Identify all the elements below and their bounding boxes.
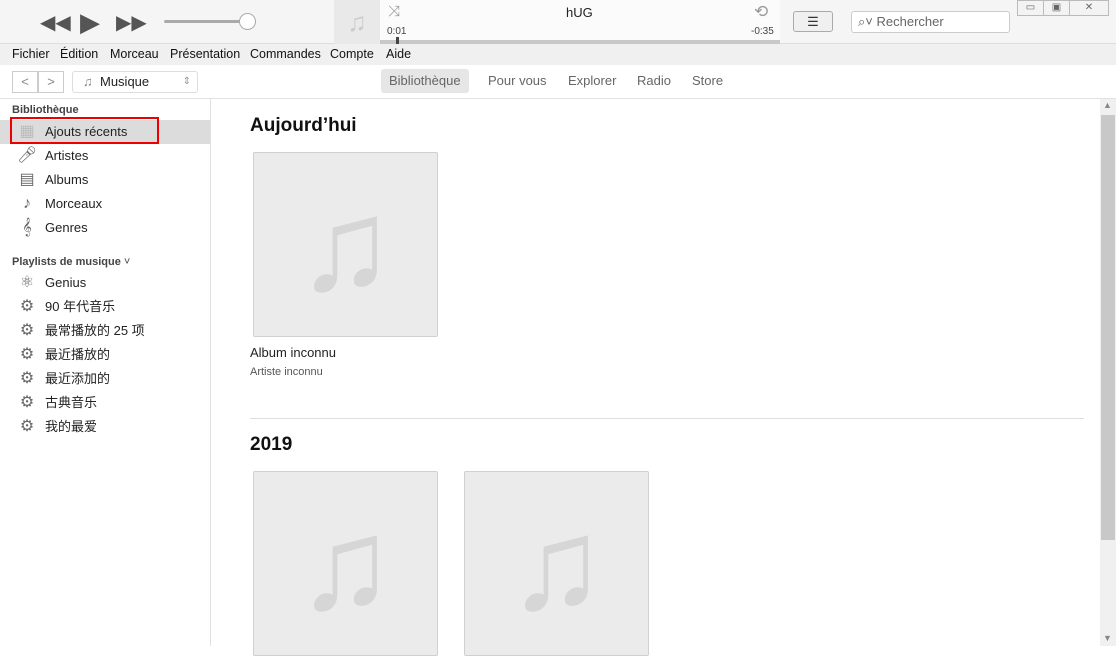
- sidebar-item-label: Morceaux: [45, 196, 103, 211]
- album-tile[interactable]: ♫: [253, 471, 438, 656]
- sidebar-item-label: Genres: [45, 220, 88, 235]
- gear-icon: ⚙: [19, 418, 35, 435]
- back-button[interactable]: <: [12, 71, 38, 93]
- menu-aide[interactable]: Aide: [386, 47, 411, 61]
- album-artist[interactable]: Artiste inconnu: [250, 366, 323, 378]
- repeat-icon[interactable]: ⟲: [754, 2, 768, 22]
- sidebar-item-label: Artistes: [45, 148, 89, 163]
- sidebar-item-label: 最常播放的 25 项: [45, 323, 145, 338]
- fast-forward-button[interactable]: ▶▶: [116, 10, 147, 35]
- sidebar-item-label: 我的最爱: [45, 419, 98, 434]
- play-button[interactable]: ▶: [80, 7, 100, 38]
- section-title: 2019: [250, 434, 293, 455]
- shuffle-icon[interactable]: ⤨: [388, 3, 400, 20]
- minimize-button[interactable]: ▭: [1017, 0, 1044, 16]
- section-title: Aujourd’hui: [250, 115, 357, 136]
- up-next-button[interactable]: ☰: [793, 11, 833, 32]
- music-note-icon: ♫: [296, 172, 395, 318]
- search-placeholder: Rechercher: [876, 14, 944, 29]
- remaining-time: -0:35: [751, 26, 774, 37]
- sidebar-item-albums[interactable]: ▤ Albums: [0, 168, 210, 192]
- sidebar-item-playlist[interactable]: ⚙ 古典音乐: [0, 391, 210, 415]
- sidebar-item-label: Genius: [45, 275, 87, 290]
- album-tile[interactable]: ♫: [253, 152, 438, 337]
- sidebar-item-label: 古典音乐: [45, 395, 98, 410]
- album-tile[interactable]: ♫: [464, 471, 649, 656]
- music-note-icon: ♫: [334, 0, 380, 44]
- nav-bar: < > ♫ Musique ⇕ Bibliothèque Pour vous Ex…: [0, 65, 1116, 99]
- media-selector[interactable]: ♫ Musique ⇕: [72, 71, 198, 93]
- elapsed-time: 0:01: [387, 26, 407, 37]
- highlight-box: [10, 117, 159, 144]
- chevron-down-icon: ˅: [123, 256, 131, 268]
- gear-icon: ⚙: [19, 370, 35, 387]
- section-divider: [250, 418, 1084, 419]
- search-icon: ⌕˅: [858, 14, 877, 29]
- music-note-icon: ♫: [83, 74, 97, 89]
- sidebar-item-artistes[interactable]: 🎤︎ Artistes: [0, 144, 210, 168]
- music-note-icon: ♪: [23, 195, 31, 212]
- rewind-button[interactable]: ◀◀: [40, 10, 71, 35]
- media-selector-label: Musique: [100, 74, 150, 89]
- atom-icon: ⚛: [19, 274, 35, 291]
- gear-icon: ⚙: [19, 394, 35, 411]
- album-title[interactable]: Album inconnu: [250, 345, 336, 360]
- scroll-down-icon[interactable]: ▼: [1103, 633, 1112, 643]
- tab-pour-vous[interactable]: Pour vous: [480, 69, 555, 93]
- chevron-updown-icon: ⇕: [182, 76, 191, 87]
- sidebar-item-genres[interactable]: 𝄞 Genres: [0, 216, 210, 240]
- tab-radio[interactable]: Radio: [629, 69, 679, 93]
- scroll-up-icon[interactable]: ▲: [1103, 100, 1112, 110]
- menu-presentation[interactable]: Présentation: [170, 47, 240, 61]
- microphone-icon: 🎤︎: [17, 147, 38, 164]
- menu-compte[interactable]: Compte: [330, 47, 374, 61]
- music-note-icon: ♫: [296, 491, 395, 637]
- menu-bar: Fichier Édition Morceau Présentation Com…: [0, 44, 1116, 65]
- sidebar-item-playlist[interactable]: ⚙ 最近添加的: [0, 367, 210, 391]
- tab-store[interactable]: Store: [684, 69, 731, 93]
- tab-bibliotheque[interactable]: Bibliothèque: [381, 69, 469, 93]
- sidebar-item-label: 最近播放的: [45, 347, 111, 362]
- tab-explorer[interactable]: Explorer: [560, 69, 624, 93]
- close-button[interactable]: ✕: [1069, 0, 1109, 16]
- album-icon: ▤: [19, 171, 35, 188]
- scrollbar-thumb[interactable]: [1101, 115, 1115, 540]
- gear-icon: ⚙: [19, 298, 35, 315]
- guitar-icon: 𝄞: [22, 219, 32, 236]
- playlists-header[interactable]: Playlists de musique ˅: [12, 256, 130, 268]
- sidebar: Bibliothèque ▦ Ajouts récents 🎤︎ Artistes …: [0, 99, 211, 646]
- sidebar-item-playlist[interactable]: ⚙ 最常播放的 25 项: [0, 319, 210, 343]
- sidebar-item-morceaux[interactable]: ♪ Morceaux: [0, 192, 210, 216]
- sidebar-item-playlist[interactable]: ⚙ 最近播放的: [0, 343, 210, 367]
- search-input[interactable]: ⌕˅ Rechercher: [851, 11, 1010, 33]
- sidebar-item-label: Albums: [45, 172, 89, 187]
- menu-fichier[interactable]: Fichier: [12, 47, 50, 61]
- gear-icon: ⚙: [19, 322, 35, 339]
- sidebar-item-label: 90 年代音乐: [45, 299, 116, 314]
- gear-icon: ⚙: [19, 346, 35, 363]
- menu-morceau[interactable]: Morceau: [110, 47, 159, 61]
- sidebar-item-label: 最近添加的: [45, 371, 111, 386]
- forward-button[interactable]: >: [38, 71, 64, 93]
- playlists-header-label: Playlists de musique: [12, 256, 121, 268]
- track-title: hUG: [566, 5, 593, 20]
- sidebar-item-playlist[interactable]: ⚙ 90 年代音乐: [0, 295, 210, 319]
- menu-edition[interactable]: Édition: [60, 47, 98, 61]
- sidebar-item-playlist[interactable]: ⚙ 我的最爱: [0, 415, 210, 439]
- maximize-button[interactable]: ▣: [1043, 0, 1070, 16]
- menu-commandes[interactable]: Commandes: [250, 47, 321, 61]
- sidebar-item-genius[interactable]: ⚛ Genius: [0, 271, 210, 295]
- progress-knob[interactable]: [396, 37, 399, 44]
- volume-knob[interactable]: [238, 13, 256, 30]
- library-header: Bibliothèque: [12, 104, 79, 116]
- music-note-icon: ♫: [507, 491, 606, 637]
